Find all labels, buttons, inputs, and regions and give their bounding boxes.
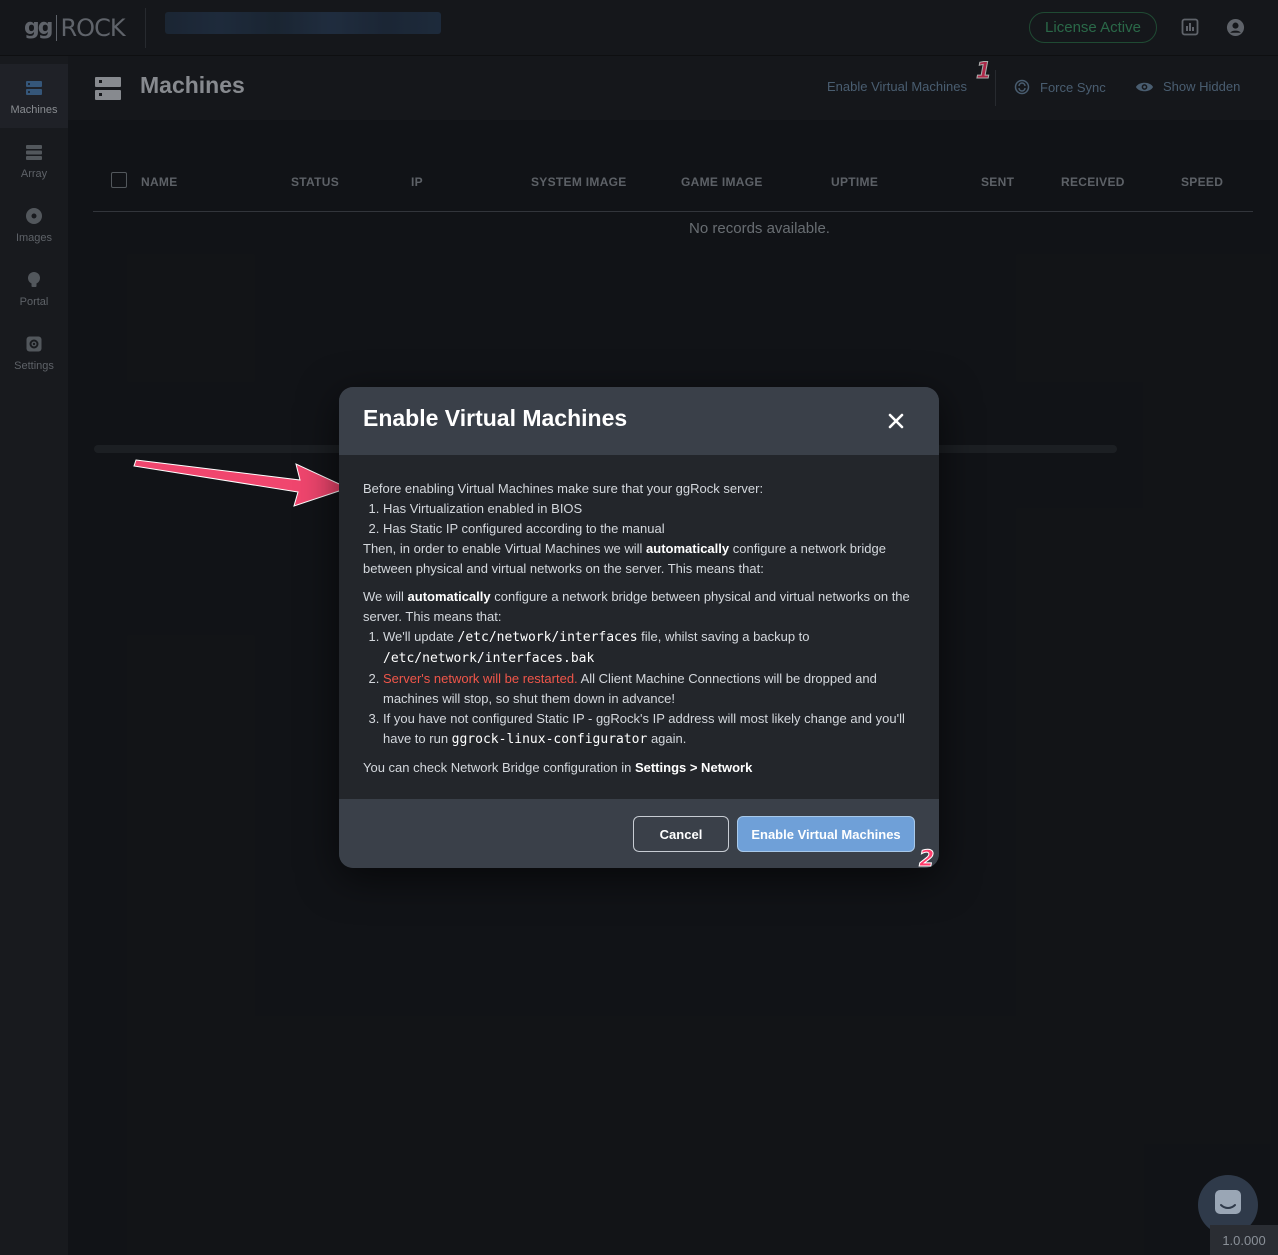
dialog-then-paragraph: Then, in order to enable Virtual Machine… bbox=[363, 539, 915, 579]
dialog-check-paragraph: You can check Network Bridge configurati… bbox=[363, 758, 915, 778]
then-bold: automatically bbox=[646, 541, 730, 556]
cancel-button[interactable]: Cancel bbox=[633, 816, 729, 852]
requirement-item: Has Static IP configured according to th… bbox=[383, 519, 915, 539]
then-text: Then, in order to enable Virtual Machine… bbox=[363, 541, 647, 556]
step1-text: We'll update bbox=[383, 629, 458, 644]
annotation-arrow-icon bbox=[133, 459, 350, 507]
dialog-header: Enable Virtual Machines bbox=[339, 387, 939, 455]
step1-text-rest: file, whilst saving a backup to bbox=[637, 629, 810, 644]
consequences-list: We'll update /etc/network/interfaces fil… bbox=[363, 627, 915, 750]
app-version: 1.0.000 bbox=[1210, 1225, 1278, 1255]
enable-vm-dialog: Enable Virtual Machines Before enabling … bbox=[339, 387, 939, 868]
dialog-body: Before enabling Virtual Machines make su… bbox=[339, 455, 939, 799]
dialog-we-paragraph: We will automatically configure a networ… bbox=[363, 587, 915, 627]
consequence-item: Server's network will be restarted. All … bbox=[383, 669, 915, 709]
requirement-item: Has Virtualization enabled in BIOS bbox=[383, 499, 915, 519]
consequence-item: If you have not configured Static IP - g… bbox=[383, 709, 915, 750]
we-text: We will bbox=[363, 589, 408, 604]
check-text: You can check Network Bridge configurati… bbox=[363, 760, 635, 775]
requirements-list: Has Virtualization enabled in BIOS Has S… bbox=[363, 499, 915, 539]
settings-network-path: Settings > Network bbox=[634, 760, 753, 775]
chat-icon bbox=[1213, 1188, 1243, 1223]
enable-virtual-machines-button[interactable]: Enable Virtual Machines bbox=[737, 816, 915, 852]
consequence-item: We'll update /etc/network/interfaces fil… bbox=[383, 627, 915, 669]
close-icon[interactable] bbox=[887, 412, 907, 432]
step3-code: ggrock-linux-configurator bbox=[451, 732, 648, 747]
annotation-step-2: 2 bbox=[918, 847, 935, 873]
step2-warning: Server's network will be restarted. bbox=[383, 671, 578, 686]
dialog-title: Enable Virtual Machines bbox=[363, 405, 628, 431]
step1-code-backup: /etc/network/interfaces.bak bbox=[383, 651, 595, 666]
dialog-intro: Before enabling Virtual Machines make su… bbox=[363, 481, 764, 496]
step1-code-interfaces: /etc/network/interfaces bbox=[457, 630, 638, 645]
step3-text-rest: again. bbox=[647, 731, 687, 746]
we-bold: automatically bbox=[407, 589, 491, 604]
dialog-footer: Cancel Enable Virtual Machines bbox=[339, 799, 939, 868]
